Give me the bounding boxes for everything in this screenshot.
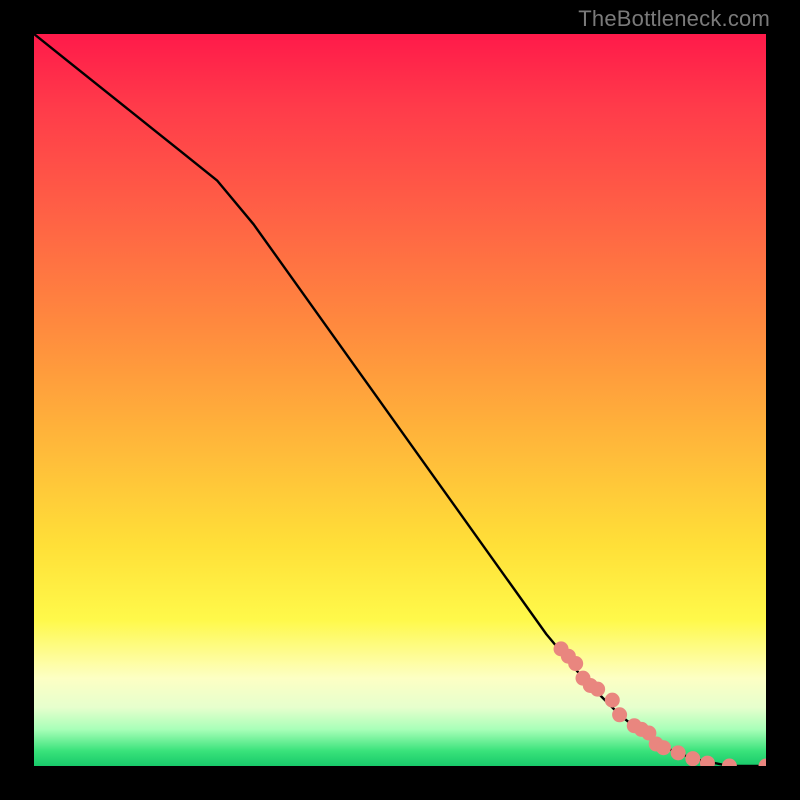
- marker-dot: [612, 707, 627, 722]
- marker-dot: [568, 656, 583, 671]
- marker-dot: [671, 745, 686, 760]
- chart-frame: TheBottleneck.com: [0, 0, 800, 800]
- curve-line: [34, 34, 766, 766]
- marker-dot: [685, 751, 700, 766]
- marker-dot: [759, 759, 767, 767]
- marker-dot: [656, 740, 671, 755]
- watermark-text: TheBottleneck.com: [578, 6, 770, 32]
- marker-dot: [605, 693, 620, 708]
- plot-area: [34, 34, 766, 766]
- marker-dot: [700, 756, 715, 766]
- marker-dot: [590, 682, 605, 697]
- marker-group: [554, 641, 766, 766]
- marker-dot: [722, 759, 737, 767]
- chart-svg: [34, 34, 766, 766]
